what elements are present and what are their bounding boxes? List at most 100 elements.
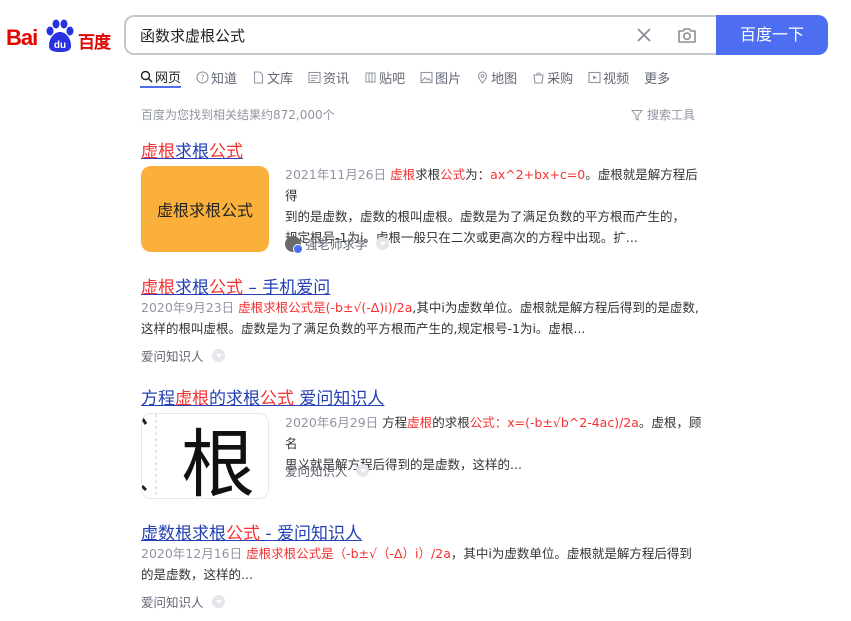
tab-more[interactable]: 更多 <box>644 66 670 88</box>
snippet-highlight: 虚根求根公式是（-b±√（-Δ）i）/2a <box>246 546 451 561</box>
logo-text-bai: Bai <box>6 25 38 50</box>
image-icon <box>420 71 433 83</box>
title-text: 方程 <box>141 389 175 409</box>
snippet-highlight: 虚根 <box>407 415 433 430</box>
source-name: 爱问知识人 <box>141 349 204 364</box>
result-date: 2020年12月16日 <box>141 546 243 561</box>
result-2-snippet: 2020年9月23日 虚根求根公式是(-b±√(-Δ)i)/2a,其中i为虚数单… <box>141 297 711 339</box>
title-text: – 手机爱问 <box>243 278 331 298</box>
snippet-highlight: x=(-b±√b^2-4ac)/2a <box>507 415 639 430</box>
character-image: 根 <box>142 414 255 499</box>
title-highlight: 虚根 <box>141 278 175 298</box>
snippet-line: 2020年6月29日 方程虚根的求根公式：x=(-b±√b^2-4ac)/2a。… <box>285 412 705 454</box>
search-button[interactable]: 百度一下 <box>716 15 828 55</box>
result-date: 2021年11月26日 <box>285 167 387 182</box>
tab-video[interactable]: 视频 <box>588 66 629 88</box>
result-4-source[interactable]: 爱问知识人 <box>141 592 225 611</box>
search-input[interactable] <box>140 26 610 44</box>
snippet-line: 2021年11月26日 虚根求根公式为：ax^2+bx+c=0。虚根就是解方程后… <box>285 164 705 206</box>
video-icon <box>588 71 601 83</box>
result-3-title[interactable]: 方程虚根的求根公式 爱问知识人 <box>141 384 384 409</box>
snippet-highlight: 虚根 <box>390 167 416 182</box>
title-text: 的求根 <box>209 389 260 409</box>
snippet-highlight: 虚根求根公式是(-b±√(-Δ)i)/2a <box>238 300 413 315</box>
snippet-text: ，其中i为虚数单位。虚根就是解方程后得到 <box>450 546 692 561</box>
source-name: 强老师求学 <box>305 237 368 252</box>
search-tabs: 网页 ? 知道 文库 资讯 贴吧 图片 地图 采购 视频 更多 <box>140 66 685 90</box>
tab-purchase[interactable]: 采购 <box>532 66 573 88</box>
snippet-text: 为： <box>465 167 491 182</box>
news-icon <box>308 71 321 83</box>
tab-wenku[interactable]: 文库 <box>252 66 293 88</box>
baidu-logo[interactable]: Bai du 百度 <box>6 18 111 54</box>
tab-zhidao[interactable]: ? 知道 <box>196 66 237 88</box>
snippet-text: 的求根 <box>432 415 470 430</box>
logo-text-du: 百度 <box>78 33 111 53</box>
result-4-snippet: 2020年12月16日 虚根求根公式是（-b±√（-Δ）i）/2a，其中i为虚数… <box>141 543 711 585</box>
result-1-thumbnail[interactable]: 虚根求根公式 <box>141 166 269 252</box>
snippet-highlight: ax^2+bx+c=0 <box>490 167 586 182</box>
map-icon <box>478 70 488 84</box>
result-count: 百度为您找到相关结果约872,000个 <box>141 108 335 122</box>
chevron-down-icon[interactable] <box>211 595 225 608</box>
tab-map[interactable]: 地图 <box>476 66 517 88</box>
snippet-text: 方程 <box>382 415 408 430</box>
tab-label: 更多 <box>644 71 671 87</box>
result-3-thumbnail[interactable]: 根 <box>141 413 269 499</box>
title-text: 求根 <box>175 278 209 298</box>
title-highlight: 公式 <box>260 389 294 409</box>
search-tools-button[interactable]: 搜索工具 <box>631 106 695 123</box>
tab-web[interactable]: 网页 <box>140 66 182 88</box>
tieba-icon <box>365 72 376 82</box>
paw-icon: du <box>46 19 74 52</box>
chevron-down-icon[interactable] <box>375 237 389 250</box>
title-text: 求根 <box>175 142 209 162</box>
title-highlight: 公式 <box>209 142 243 162</box>
result-2-source[interactable]: 爱问知识人 <box>141 346 225 365</box>
result-4-title[interactable]: 虚数根求根公式 - 爱问知识人 <box>141 519 362 544</box>
document-icon <box>253 70 264 84</box>
chevron-down-icon[interactable] <box>211 349 225 362</box>
snippet-highlight: 公式 <box>440 167 466 182</box>
snippet-line: 的是虚数，这样的... <box>141 567 253 582</box>
source-name: 爱问知识人 <box>141 595 204 610</box>
title-highlight: 公式 <box>209 278 243 298</box>
svg-text:?: ? <box>200 73 204 82</box>
title-text: - 爱问知识人 <box>260 524 362 544</box>
tab-label: 网页 <box>155 70 182 86</box>
source-name: 爱问知识人 <box>285 464 348 479</box>
tab-label: 知道 <box>211 71 238 87</box>
result-1-source[interactable]: 强老师求学 <box>285 234 389 254</box>
tab-label: 文库 <box>267 71 294 87</box>
search-icon <box>140 70 153 83</box>
result-3-source[interactable]: 爱问知识人 <box>285 461 369 480</box>
snippet-highlight: 公式： <box>469 415 508 430</box>
snippet-text: ,其中i为虚数单位。虚根就是解方程后得到的是虚数, <box>412 300 699 315</box>
search-box[interactable] <box>124 15 718 55</box>
result-date: 2020年9月23日 <box>141 300 235 315</box>
svg-text:du: du <box>54 40 66 51</box>
tab-label: 地图 <box>491 71 518 87</box>
camera-icon[interactable] <box>676 24 698 46</box>
result-1-title[interactable]: 虚根求根公式 <box>141 137 243 162</box>
tab-tieba[interactable]: 贴吧 <box>364 66 405 88</box>
tab-news[interactable]: 资讯 <box>308 66 349 88</box>
snippet-line: 到的是虚数，虚数的根叫虚根。虚数是为了满足负数的平方根而产生的， <box>285 209 686 224</box>
title-text: 虚数根求根 <box>141 524 226 544</box>
title-highlight: 虚根 <box>175 389 209 409</box>
close-icon[interactable] <box>634 25 654 45</box>
tab-label: 图片 <box>435 71 462 87</box>
tab-label: 采购 <box>547 71 574 87</box>
tab-label: 资讯 <box>323 71 350 87</box>
snippet-text: 求根 <box>415 167 441 182</box>
result-date: 2020年6月29日 <box>285 415 379 430</box>
tab-images[interactable]: 图片 <box>420 66 461 88</box>
snippet-line: 2020年9月23日 虚根求根公式是(-b±√(-Δ)i)/2a,其中i为虚数单… <box>141 297 711 318</box>
avatar <box>285 235 303 254</box>
chevron-down-icon[interactable] <box>355 464 369 477</box>
thumbnail-character: 根 <box>181 422 255 499</box>
snippet-line: 这样的根叫虚根。虚数是为了满足负数的平方根而产生的,规定根号-1为i。虚根... <box>141 321 586 336</box>
tab-label: 贴吧 <box>379 71 406 87</box>
result-2-title[interactable]: 虚根求根公式 – 手机爱问 <box>141 273 330 298</box>
purchase-icon <box>533 71 544 84</box>
